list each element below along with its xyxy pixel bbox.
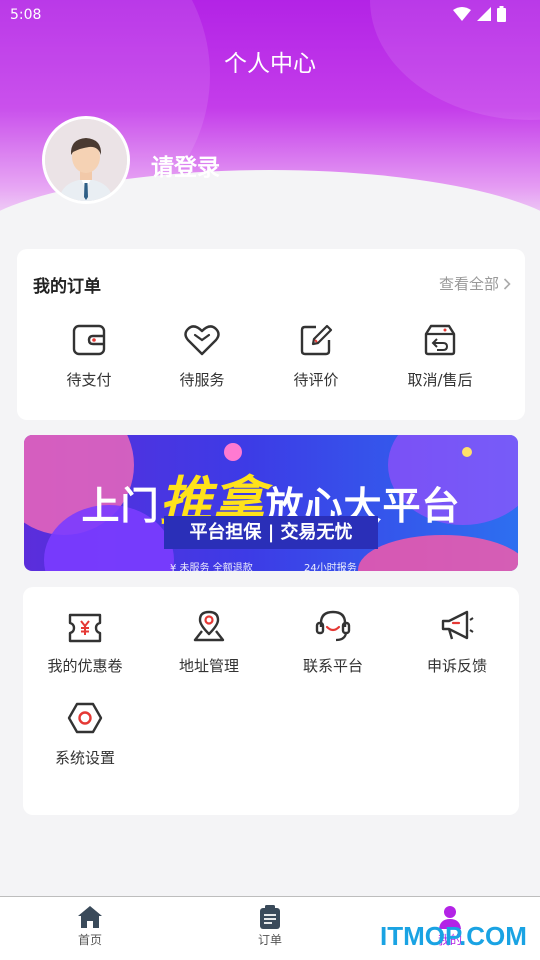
user-avatar-icon (45, 119, 127, 201)
banner-foot-right: 24小时报务 (304, 563, 357, 571)
megaphone-icon (441, 610, 474, 640)
svc-coupons[interactable]: 我的优惠卷 (30, 613, 140, 676)
svc-feedback[interactable]: 申诉反馈 (402, 609, 512, 676)
nav-orders[interactable]: 订单 (230, 905, 310, 948)
heart-icon (184, 325, 220, 356)
login-prompt[interactable]: 请登录 (151, 148, 220, 182)
avatar[interactable] (42, 116, 130, 204)
service-label: 系统设置 (54, 749, 115, 767)
promo-banner[interactable]: 上门推拿放心大平台 平台担保 | 交易无忧 ¥ 未服务 全额退款 24小时报务 (24, 435, 518, 571)
view-all-label: 查看全部 (438, 275, 499, 293)
order-cancel-aftersale[interactable]: 取消/售后 (385, 323, 495, 390)
home-icon (78, 906, 102, 928)
services-card: 我的优惠卷 地址管理 联系平台 申诉反馈 系统设置 (23, 587, 519, 815)
banner-decoration (358, 535, 518, 571)
wallet-icon (72, 324, 106, 356)
nav-label: 首页 (77, 933, 102, 947)
nav-home[interactable]: 首页 (50, 905, 130, 948)
svc-address[interactable]: 地址管理 (154, 609, 264, 676)
settings-hex-icon (67, 702, 103, 734)
order-item-label: 待支付 (66, 371, 112, 389)
order-pending-service[interactable]: 待服务 (147, 323, 257, 390)
view-all-orders-link[interactable]: 查看全部 (439, 273, 511, 294)
banner-headline-pre: 上门 (81, 484, 160, 528)
status-time: 5:08 (10, 7, 42, 23)
status-bar: 5:08 (0, 0, 540, 30)
banner-subtitle: 平台担保 | 交易无忧 (164, 516, 378, 549)
service-label: 申诉反馈 (426, 657, 487, 675)
order-item-label: 待服务 (179, 371, 225, 389)
service-label: 我的优惠卷 (47, 657, 123, 675)
orders-title: 我的订单 (33, 277, 101, 297)
page-title: 个人中心 (224, 51, 316, 77)
chevron-right-icon (503, 277, 511, 290)
order-pending-review[interactable]: 待评价 (261, 323, 371, 390)
wifi-icon (453, 7, 471, 21)
return-box-icon (424, 324, 456, 356)
nav-label: 订单 (257, 933, 282, 947)
order-item-label: 取消/售后 (407, 371, 473, 389)
location-pin-icon (193, 610, 225, 642)
banner-decoration (462, 447, 472, 457)
coupon-icon (68, 613, 102, 643)
service-label: 地址管理 (178, 657, 239, 675)
headset-icon (315, 610, 351, 642)
site-watermark: ITMOP.COM (380, 921, 527, 951)
svc-settings[interactable]: 系统设置 (30, 701, 140, 768)
banner-foot-left: ¥ 未服务 全额退款 (170, 563, 253, 571)
signal-icon (477, 7, 491, 21)
order-item-label: 待评价 (293, 371, 339, 389)
orders-card: 我的订单 查看全部 待支付 待服务 待评价 取消/售后 (17, 249, 525, 420)
order-pending-payment[interactable]: 待支付 (34, 323, 144, 390)
clipboard-icon (260, 905, 280, 929)
service-label: 联系平台 (302, 657, 363, 675)
status-icons (453, 6, 506, 22)
edit-icon (300, 324, 333, 356)
svc-contact[interactable]: 联系平台 (278, 609, 388, 676)
battery-icon (497, 6, 506, 22)
